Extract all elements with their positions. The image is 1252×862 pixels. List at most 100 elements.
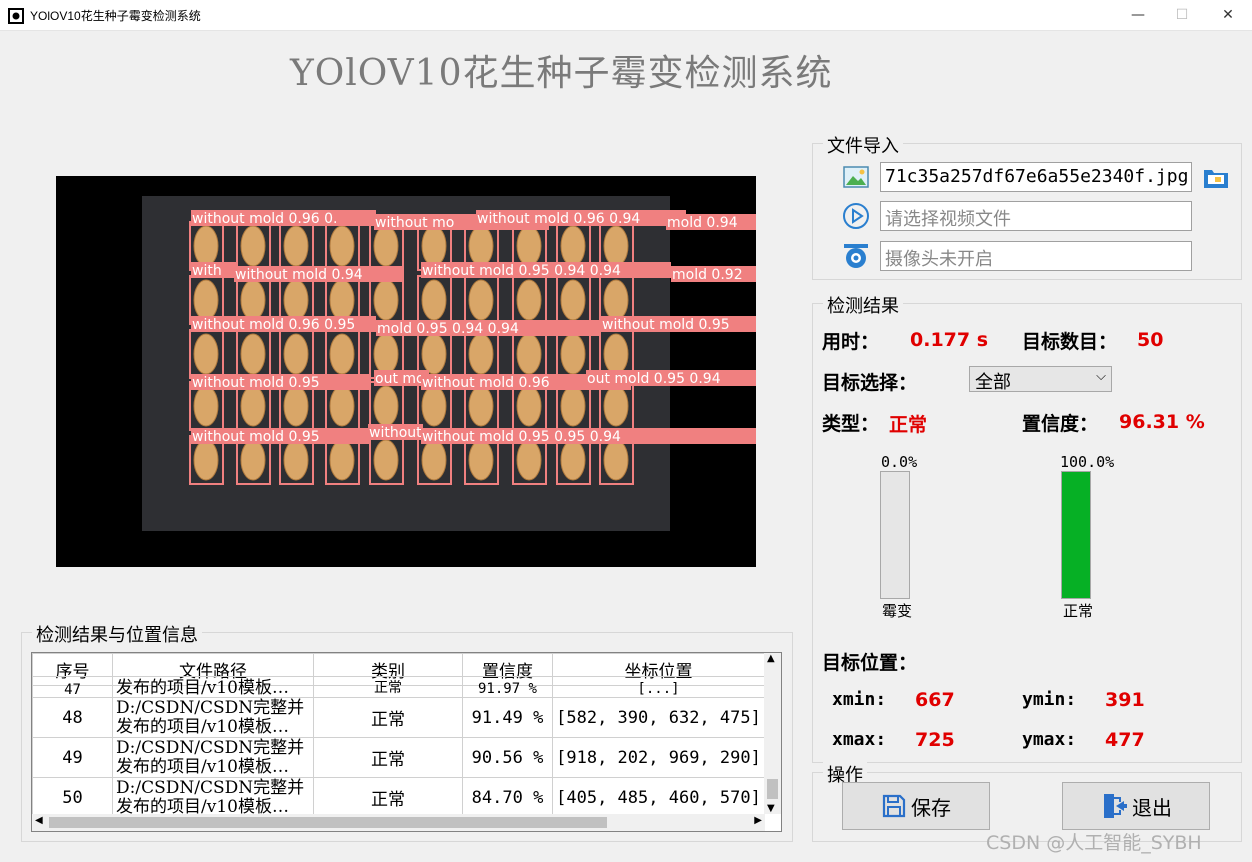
- table-row[interactable]: 48 D:/CSDN/CSDN完整并发布的项目/v10模板… 正常 91.49 …: [32, 697, 765, 738]
- detection-label: without mold 0.96 0.: [192, 211, 338, 227]
- peanut-seed: [240, 279, 266, 321]
- peanut-seed: [516, 225, 542, 267]
- camera-field[interactable]: 摄像头未开启: [880, 241, 1192, 271]
- ymin-label: ymin:: [1022, 689, 1077, 710]
- maximize-button[interactable]: ☐: [1159, 0, 1205, 31]
- xmin-label: xmin:: [832, 689, 887, 710]
- detection-label: without mold 0.95: [192, 429, 320, 445]
- peanut-seed: [240, 333, 266, 375]
- peanut-seed: [603, 225, 629, 267]
- peanut-seed: [373, 279, 399, 321]
- scroll-up-icon[interactable]: ▲: [767, 653, 775, 664]
- cell-confidence: 91.97 %: [462, 676, 553, 698]
- target-position-label: 目标位置：: [822, 652, 918, 674]
- detection-label: without mold 0.96 0.95: [192, 317, 355, 333]
- scroll-right-icon[interactable]: ▶: [754, 815, 762, 826]
- detection-label: without mold 0.95 0.94 0.94: [422, 263, 621, 279]
- detection-label: without mold 0.95: [192, 375, 320, 391]
- peanut-seed: [560, 333, 586, 375]
- detection-label: mold 0.92: [672, 267, 743, 283]
- detection-label: mold 0.95 0.94 0.94: [377, 321, 519, 337]
- video-file-field[interactable]: 请选择视频文件: [880, 201, 1192, 231]
- cell-index: 47: [32, 676, 113, 698]
- peanut-seed: [283, 279, 309, 321]
- image-path-field[interactable]: 71c35a257df67e6a55e2340f.jpg: [880, 162, 1192, 192]
- detection-label: without mold 0.95: [602, 317, 730, 333]
- peanut-seed: [193, 333, 219, 375]
- detection-label: out mo: [375, 371, 425, 387]
- normal-progress-bar: [1061, 471, 1091, 599]
- normal-progress-fill: [1062, 472, 1090, 598]
- peanut-seed: [373, 439, 399, 481]
- app-title: YOlOV10花生种子霉变检测系统: [290, 53, 833, 94]
- horizontal-scroll-thumb[interactable]: [49, 817, 607, 828]
- peanut-seed: [560, 225, 586, 267]
- peanut-seed: [516, 385, 542, 427]
- peanut-seed: [421, 333, 447, 375]
- target-select-value: 全部: [975, 372, 1011, 393]
- type-label: 类型：: [822, 413, 880, 435]
- cell-index: 48: [32, 697, 113, 738]
- peanut-seed: [468, 225, 494, 267]
- target-count-value: 50: [1137, 329, 1164, 351]
- exit-button[interactable]: 退出: [1062, 782, 1210, 830]
- peanut-seed: [193, 279, 219, 321]
- detection-image: without mold 0.96 0. without mo without mo…: [56, 176, 756, 567]
- time-label: 用时：: [822, 331, 880, 353]
- confidence-label: 置信度：: [1022, 413, 1099, 435]
- scroll-down-icon[interactable]: ▼: [767, 803, 775, 814]
- minimize-button[interactable]: —: [1115, 0, 1161, 31]
- target-count-label: 目标数目：: [1022, 331, 1118, 353]
- horizontal-scrollbar[interactable]: ◀ ▶: [32, 814, 765, 831]
- video-file-icon[interactable]: [842, 202, 870, 230]
- peanut-seed: [560, 439, 586, 481]
- cell-confidence: 84.70 %: [462, 777, 553, 818]
- confidence-value: 96.31 %: [1119, 411, 1205, 433]
- mold-bar-label: 霉变: [882, 602, 913, 620]
- ymax-label: ymax:: [1022, 729, 1077, 750]
- peanut-seed: [603, 279, 629, 321]
- target-select-dropdown[interactable]: 全部 ⌵: [969, 366, 1112, 393]
- normal-percent: 100.0%: [1060, 453, 1115, 471]
- peanut-seed: [421, 439, 447, 481]
- cell-coordinates: [...]: [552, 676, 765, 698]
- close-button[interactable]: ✕: [1205, 0, 1251, 31]
- peanut-seed: [329, 333, 355, 375]
- peanut-seed: [560, 385, 586, 427]
- peanut-seed: [283, 385, 309, 427]
- peanut-seed: [516, 279, 542, 321]
- peanut-seed: [560, 279, 586, 321]
- table-row[interactable]: 47 发布的项目/v10模板… 正常 91.97 % [...]: [32, 676, 765, 698]
- mold-progress-bar: [880, 471, 910, 599]
- peanut-seed: [283, 333, 309, 375]
- peanut-seed: [240, 225, 266, 267]
- peanut-seed: [603, 333, 629, 375]
- vertical-scroll-thumb[interactable]: [767, 779, 778, 799]
- peanut-seed: [329, 225, 355, 267]
- peanut-seed: [468, 385, 494, 427]
- cell-path: D:/CSDN/CSDN完整并发布的项目/v10模板…: [112, 737, 314, 778]
- peanut-seed: [421, 279, 447, 321]
- table-row[interactable]: 50 D:/CSDN/CSDN完整并发布的项目/v10模板… 正常 84.70 …: [32, 777, 765, 818]
- results-table[interactable]: 序号 文件路径 类别 置信度 坐标位置 47 发布的项目/v10模板… 正常 9…: [31, 652, 782, 832]
- folder-open-icon[interactable]: [1202, 163, 1230, 191]
- detection-label: without mold 0.96: [422, 375, 550, 391]
- image-file-icon[interactable]: [842, 163, 870, 191]
- detection-label: without mold 0.96 0.94: [477, 211, 640, 227]
- table-row[interactable]: 49 D:/CSDN/CSDN完整并发布的项目/v10模板… 正常 90.56 …: [32, 737, 765, 778]
- chevron-down-icon: ⌵: [1096, 369, 1106, 384]
- peanut-seed: [193, 225, 219, 267]
- camera-icon[interactable]: [842, 242, 870, 270]
- cell-coordinates: [582, 390, 632, 475]: [552, 697, 765, 738]
- scroll-left-icon[interactable]: ◀: [35, 815, 43, 826]
- peanut-seed: [240, 385, 266, 427]
- vertical-scrollbar[interactable]: ▲ ▼: [764, 653, 781, 814]
- cell-confidence: 91.49 %: [462, 697, 553, 738]
- time-value: 0.177 s: [910, 329, 989, 351]
- cell-coordinates: [918, 202, 969, 290]: [552, 737, 765, 778]
- save-button[interactable]: 保存: [842, 782, 990, 830]
- mold-percent: 0.0%: [881, 453, 918, 471]
- window-titlebar: YOlOV10花生种子霉变检测系统 — ☐ ✕: [0, 0, 1252, 31]
- exit-icon: [1104, 794, 1127, 818]
- peanut-seed: [603, 385, 629, 427]
